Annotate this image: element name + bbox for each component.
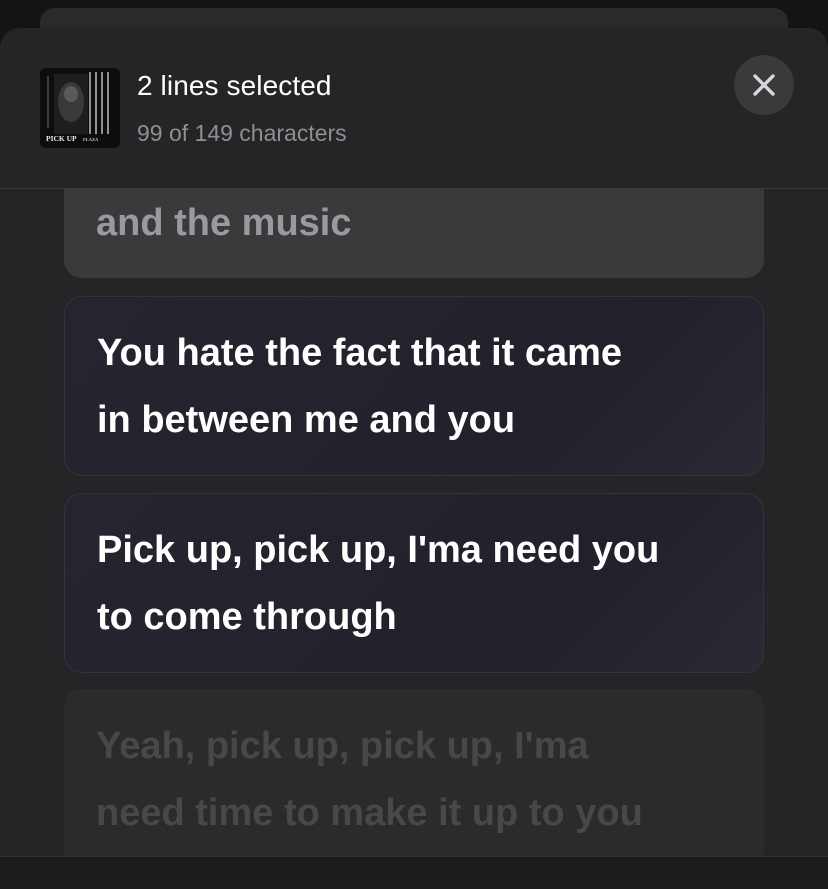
lyric-card-previous[interactable]: and the music: [64, 189, 764, 278]
close-icon: [753, 74, 775, 96]
lyric-line: to come through: [97, 596, 397, 638]
lyric-line: Yeah, pick up, pick up, I'ma: [96, 725, 589, 767]
lyric-line: You hate the fact that it came: [97, 332, 623, 374]
lyric-line: Pick up, pick up, I'ma need you: [97, 529, 660, 571]
selection-header: PICK UP FLAZA 2 lines selected 99 of 149…: [0, 28, 828, 189]
bottom-toolbar: [0, 856, 828, 889]
lyric-line: and the music: [96, 202, 352, 244]
artwork-artist-text: FLAZA: [83, 137, 99, 142]
character-count: 99 of 149 characters: [137, 120, 347, 146]
lyric-card-next[interactable]: Yeah, pick up, pick up, I'ma need time t…: [64, 689, 764, 856]
artwork-title-text: PICK UP: [46, 134, 77, 143]
album-artwork: PICK UP FLAZA: [40, 68, 120, 148]
selection-count-title: 2 lines selected: [137, 70, 332, 101]
lyric-line: need time to make it up to you: [96, 792, 643, 834]
lyric-card-selected[interactable]: You hate the fact that it came in betwee…: [64, 296, 764, 476]
close-button[interactable]: [734, 55, 794, 115]
lyric-line: in between me and you: [97, 399, 516, 441]
lyrics-list: and the music You hate the fact that it …: [0, 189, 828, 856]
album-artwork-image: PICK UP FLAZA: [40, 68, 120, 148]
selection-sheet: PICK UP FLAZA 2 lines selected 99 of 149…: [0, 28, 828, 889]
lyric-card-selected[interactable]: Pick up, pick up, I'ma need you to come …: [64, 493, 764, 673]
